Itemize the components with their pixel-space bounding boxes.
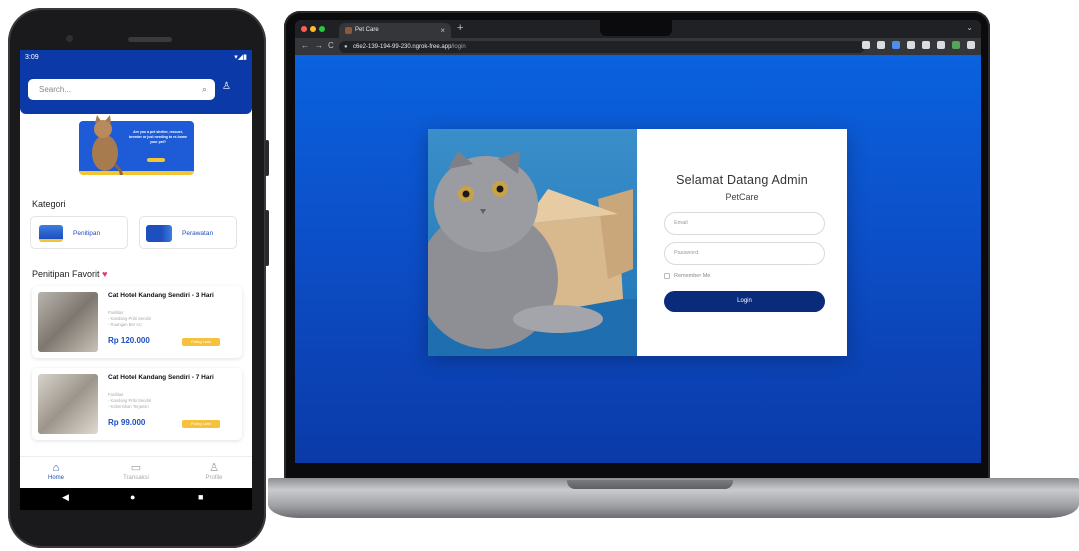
bottom-navigation: ⌂ Home ▭ Transaksi ♙ Profile bbox=[20, 456, 252, 488]
welcome-heading: Selamat Datang Admin bbox=[676, 173, 808, 187]
hotel-photo bbox=[38, 292, 98, 352]
url-path: /login bbox=[451, 44, 466, 50]
extension-blue-icon[interactable] bbox=[892, 41, 900, 49]
forward-button[interactable]: → bbox=[315, 41, 323, 50]
favorit-heading: Penitipan Favorit ♥ bbox=[32, 269, 107, 279]
address-bar[interactable]: ● c6e2-139-194-99-230.ngrok-free.app/log… bbox=[339, 41, 865, 53]
browser-tab[interactable]: Pet Care × bbox=[339, 23, 451, 38]
tab-search-chevron-icon[interactable]: ⌄ bbox=[966, 23, 973, 32]
favorite-card[interactable]: Cat Hotel Kandang Sendiri - 3 Hari Fasil… bbox=[32, 286, 242, 358]
search-input[interactable]: Search... ⌕ bbox=[28, 79, 215, 100]
reload-button[interactable]: C bbox=[328, 41, 334, 50]
category-label: Penitipan bbox=[73, 230, 101, 237]
login-button[interactable]: Login bbox=[664, 291, 825, 312]
volume-button bbox=[265, 210, 269, 266]
extension-gear-icon[interactable] bbox=[907, 41, 915, 49]
extension-icons bbox=[862, 41, 975, 49]
bookmark-star-icon[interactable] bbox=[877, 41, 885, 49]
home-circle-icon[interactable]: ● bbox=[130, 492, 135, 502]
nav-label: Transaksi bbox=[123, 475, 149, 481]
heart-icon: ♥ bbox=[102, 269, 108, 279]
search-placeholder: Search... bbox=[39, 85, 72, 94]
window-minimize-button[interactable] bbox=[310, 26, 316, 32]
front-camera-icon bbox=[66, 35, 73, 42]
home-icon: ⌂ bbox=[52, 462, 60, 474]
favorit-heading-text: Penitipan Favorit bbox=[32, 269, 100, 279]
camera-notch bbox=[600, 20, 672, 36]
user-icon: ♙ bbox=[209, 462, 219, 474]
favorite-facilities: Fasilitas - Kandang Pribi Sendiri - Ruan… bbox=[108, 310, 151, 328]
login-form: Selamat Datang Admin PetCare Email Passw… bbox=[637, 129, 847, 356]
back-triangle-icon[interactable]: ◀ bbox=[62, 492, 69, 503]
login-page: Selamat Datang Admin PetCare Email Passw… bbox=[295, 55, 981, 463]
nav-label: Home bbox=[47, 475, 64, 481]
banner-title: Are you a pet shelter, rescuer, breeder … bbox=[129, 130, 187, 144]
banner-cat-icon bbox=[92, 115, 123, 175]
window-close-button[interactable] bbox=[301, 26, 307, 32]
promo-banner[interactable]: Are you a pet shelter, rescuer, breeder … bbox=[79, 115, 194, 175]
android-nav-bar: ◀ ● ■ bbox=[20, 488, 252, 510]
favorite-price: Rp 99.000 bbox=[108, 418, 146, 427]
favorite-facilities: Fasilitas - Kandang Pribi Sendiri - Kebe… bbox=[108, 392, 151, 410]
tab-title: Pet Care bbox=[355, 27, 379, 33]
email-field[interactable]: Email bbox=[664, 212, 825, 235]
browser-toolbar: ← → C ● c6e2-139-194-99-230.ngrok-free.a… bbox=[295, 38, 981, 55]
search-icon[interactable]: ⌕ bbox=[202, 79, 207, 100]
phone-screen: 3:09 ▾◢▮ Search... ⌕ ♙ Are you a pet she… bbox=[20, 50, 252, 510]
tab-close-icon[interactable]: × bbox=[440, 23, 445, 38]
lock-icon: ● bbox=[344, 44, 348, 50]
facility-line: - Ruangan Ber AC bbox=[108, 322, 142, 327]
banner-cta-button[interactable] bbox=[147, 158, 165, 162]
laptop-hinge-notch bbox=[567, 480, 733, 489]
best-seller-badge: Paling Laris bbox=[182, 338, 220, 346]
favorite-card[interactable]: Cat Hotel Kandang Sendiri - 7 Hari Fasil… bbox=[32, 368, 242, 440]
kennel-icon bbox=[39, 225, 63, 242]
remember-me[interactable]: Remember Me bbox=[664, 273, 710, 279]
chart-icon: ▭ bbox=[130, 462, 142, 474]
status-icons: ▾◢▮ bbox=[234, 54, 247, 61]
category-penitipan[interactable]: Penitipan bbox=[30, 216, 128, 249]
category-perawatan[interactable]: Perawatan bbox=[139, 216, 237, 249]
nav-label: Profile bbox=[205, 475, 223, 481]
cat-photo bbox=[428, 129, 637, 356]
remember-me-label: Remember Me bbox=[674, 273, 711, 279]
puzzle-icon[interactable] bbox=[922, 41, 930, 49]
nav-transaksi[interactable]: ▭ Transaksi bbox=[106, 461, 166, 481]
favorite-title: Cat Hotel Kandang Sendiri - 7 Hari bbox=[108, 374, 214, 381]
profile-avatar-icon[interactable] bbox=[952, 41, 960, 49]
brand-name: PetCare bbox=[725, 192, 759, 202]
sidebar-icon[interactable] bbox=[937, 41, 945, 49]
new-tab-button[interactable]: + bbox=[457, 22, 463, 34]
nav-home[interactable]: ⌂ Home bbox=[26, 461, 86, 481]
favorite-title: Cat Hotel Kandang Sendiri - 3 Hari bbox=[108, 292, 214, 299]
profile-icon[interactable]: ♙ bbox=[222, 81, 231, 92]
favorite-price: Rp 120.000 bbox=[108, 336, 150, 345]
status-bar: 3:09 ▾◢▮ bbox=[20, 50, 252, 65]
tab-favicon-icon bbox=[345, 27, 352, 34]
best-seller-badge: Paling Laris bbox=[182, 420, 220, 428]
share-icon[interactable] bbox=[862, 41, 870, 49]
grooming-icon bbox=[146, 225, 172, 242]
kategori-heading: Kategori bbox=[32, 199, 66, 209]
password-field[interactable]: Password bbox=[664, 242, 825, 265]
login-card: Selamat Datang Admin PetCare Email Passw… bbox=[428, 129, 847, 356]
earpiece-speaker bbox=[128, 37, 172, 42]
remember-me-checkbox[interactable] bbox=[664, 273, 670, 279]
power-button bbox=[265, 140, 269, 176]
facility-line: - Kebersihan Terjamin bbox=[108, 404, 149, 409]
nav-profile[interactable]: ♙ Profile bbox=[184, 461, 244, 481]
kebab-menu-icon[interactable] bbox=[967, 41, 975, 49]
recents-square-icon[interactable]: ■ bbox=[198, 492, 203, 502]
window-maximize-button[interactable] bbox=[319, 26, 325, 32]
back-button[interactable]: ← bbox=[301, 41, 309, 50]
hotel-photo bbox=[38, 374, 98, 434]
status-time: 3:09 bbox=[25, 54, 39, 61]
laptop-screen: Pet Care × + ⌄ ← → C ● c6e2-139-194-99-2… bbox=[295, 20, 981, 463]
app-header: Search... ⌕ ♙ bbox=[20, 65, 252, 114]
category-label: Perawatan bbox=[182, 230, 214, 237]
cat-in-box-illustration bbox=[428, 151, 637, 356]
url-host: c6e2-139-194-99-230.ngrok-free.app bbox=[353, 44, 452, 50]
